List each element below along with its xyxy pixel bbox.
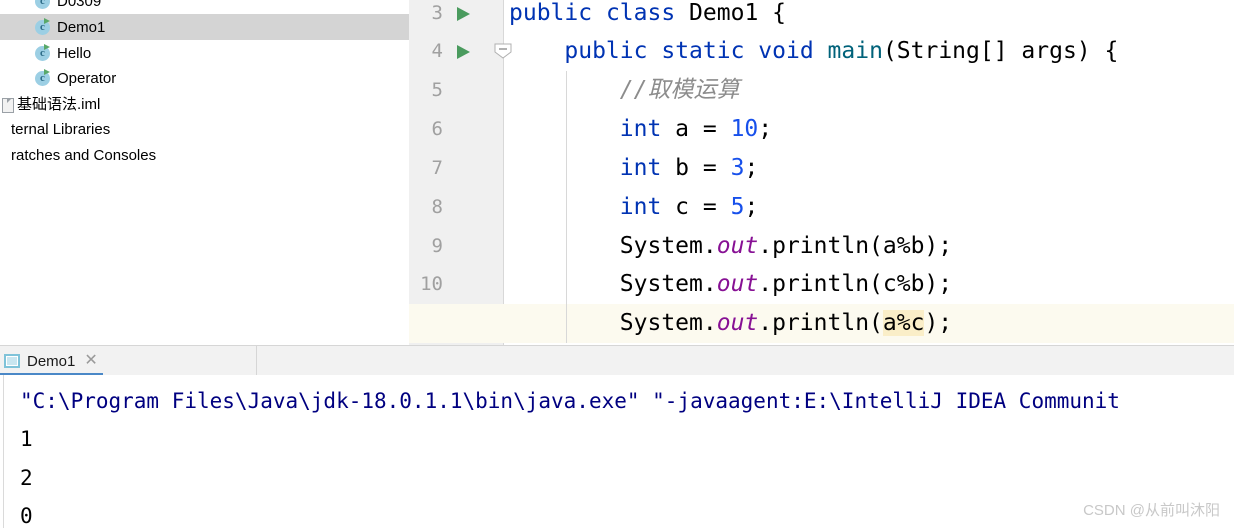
code-token: public bbox=[564, 38, 648, 64]
tree-item-label: Hello bbox=[57, 44, 92, 62]
tab-bar-divider bbox=[256, 346, 257, 376]
tree-item-ternal-libraries[interactable]: ternal Libraries bbox=[0, 116, 409, 142]
console-output[interactable]: "C:\Program Files\Java\jdk-18.0.1.1\bin\… bbox=[0, 375, 1234, 528]
code-token: ; bbox=[758, 116, 773, 142]
tree-item-label: ratches and Consoles bbox=[11, 146, 157, 164]
code-token: System. bbox=[509, 310, 717, 336]
java-class-icon: c bbox=[35, 0, 52, 10]
code-line-text: int b = 3; bbox=[509, 149, 759, 188]
code-token: 3 bbox=[730, 155, 745, 181]
code-line[interactable]: System.out.println(a%c); bbox=[409, 304, 1234, 343]
tree-item-label: 基础语法.iml bbox=[17, 95, 101, 113]
code-line-text: public static void main(String[] args) { bbox=[509, 32, 1118, 71]
code-token: System. bbox=[509, 271, 717, 297]
code-line-text: System.out.println(c%b); bbox=[509, 265, 952, 304]
tree-item-label: Demo1 bbox=[57, 18, 106, 36]
iml-file-icon bbox=[0, 96, 14, 113]
java-class-icon: c bbox=[35, 17, 52, 36]
console-line: 0 bbox=[20, 504, 33, 528]
console-line: 2 bbox=[20, 466, 33, 490]
tree-item-d0309[interactable]: c D0309 bbox=[0, 0, 409, 14]
scratches-icon bbox=[0, 147, 8, 163]
code-line-text: //取模运算 bbox=[509, 71, 740, 110]
code-line[interactable]: System.out.println(a%b); bbox=[409, 227, 1234, 266]
code-token: main bbox=[827, 38, 883, 64]
code-token: c = bbox=[661, 194, 731, 220]
code-token: ); bbox=[924, 310, 953, 336]
tree-item-demo1[interactable]: c Demo1 bbox=[0, 14, 409, 40]
code-token: ; bbox=[744, 155, 759, 181]
watermark: CSDN @从前叫沐阳 bbox=[1083, 502, 1220, 519]
code-token: .println(a%b); bbox=[758, 233, 953, 259]
code-line[interactable]: System.out.println(c%b); bbox=[409, 265, 1234, 304]
code-line-text: System.out.println(a%c); bbox=[509, 304, 952, 343]
library-icon bbox=[0, 121, 8, 137]
code-line[interactable]: int c = 5; bbox=[409, 188, 1234, 227]
code-token: void bbox=[758, 38, 814, 64]
console-icon bbox=[4, 354, 20, 368]
code-token: a%c bbox=[882, 310, 925, 336]
code-token: (String[] args) { bbox=[882, 38, 1119, 64]
code-token: int bbox=[619, 194, 662, 220]
tree-item-label: Operator bbox=[57, 69, 117, 87]
java-class-icon: c bbox=[35, 68, 52, 87]
code-token: a = bbox=[661, 116, 731, 142]
code-token: class bbox=[605, 0, 676, 26]
tree-item-ratches-and-consoles[interactable]: ratches and Consoles bbox=[0, 142, 409, 168]
console-left-rail bbox=[0, 375, 4, 528]
run-tab-label: Demo1 bbox=[27, 352, 76, 370]
code-line[interactable]: int b = 3; bbox=[409, 149, 1234, 188]
code-line-text: public class Demo1 { bbox=[509, 0, 786, 33]
close-icon[interactable]: ✕ bbox=[84, 353, 97, 369]
tree-item-operator[interactable]: c Operator bbox=[0, 65, 409, 91]
code-token: //取模运算 bbox=[619, 77, 740, 103]
project-tree-panel[interactable]: c D0309 c Demo1 c Hello c Operator 基础语法.iml terna… bbox=[0, 0, 409, 345]
code-token: out bbox=[716, 271, 759, 297]
run-tool-window: Demo1 ✕ "C:\Program Files\Java\jdk-18.0.… bbox=[0, 345, 1234, 528]
tree-item-label: ternal Libraries bbox=[11, 120, 111, 138]
console-line: 1 bbox=[20, 427, 33, 451]
java-class-icon: c bbox=[35, 43, 52, 62]
console-line: "C:\Program Files\Java\jdk-18.0.1.1\bin\… bbox=[20, 389, 1120, 413]
code-token: int bbox=[619, 116, 662, 142]
run-tab-bar: Demo1 ✕ bbox=[0, 345, 1234, 377]
code-token: out bbox=[716, 233, 759, 259]
code-token: 5 bbox=[730, 194, 745, 220]
code-editor[interactable]: 34567891011 public class Demo1 { public … bbox=[409, 0, 1234, 345]
code-line[interactable]: //取模运算 bbox=[409, 71, 1234, 110]
code-token: public bbox=[509, 0, 593, 26]
tree-item-label: D0309 bbox=[57, 0, 102, 10]
code-token: b = bbox=[661, 155, 731, 181]
tree-item-iml[interactable]: 基础语法.iml bbox=[0, 91, 409, 117]
code-line[interactable]: public class Demo1 { bbox=[409, 0, 1234, 33]
code-token: Demo1 { bbox=[675, 0, 786, 26]
code-line-text: System.out.println(a%b); bbox=[509, 227, 952, 266]
code-token: out bbox=[716, 310, 759, 336]
code-token: .println( bbox=[758, 310, 883, 336]
code-line[interactable]: int a = 10; bbox=[409, 110, 1234, 149]
code-line-text: int c = 5; bbox=[509, 188, 759, 227]
run-tab-demo1[interactable]: Demo1 ✕ bbox=[0, 346, 108, 376]
code-token: ; bbox=[744, 194, 759, 220]
code-line[interactable]: public static void main(String[] args) { bbox=[409, 32, 1234, 71]
code-token: static bbox=[661, 38, 745, 64]
code-token: int bbox=[619, 155, 662, 181]
code-token: 10 bbox=[730, 116, 759, 142]
tree-item-hello[interactable]: c Hello bbox=[0, 40, 409, 66]
code-line-text: int a = 10; bbox=[509, 110, 772, 149]
code-token: .println(c%b); bbox=[758, 271, 953, 297]
code-token: System. bbox=[509, 233, 717, 259]
